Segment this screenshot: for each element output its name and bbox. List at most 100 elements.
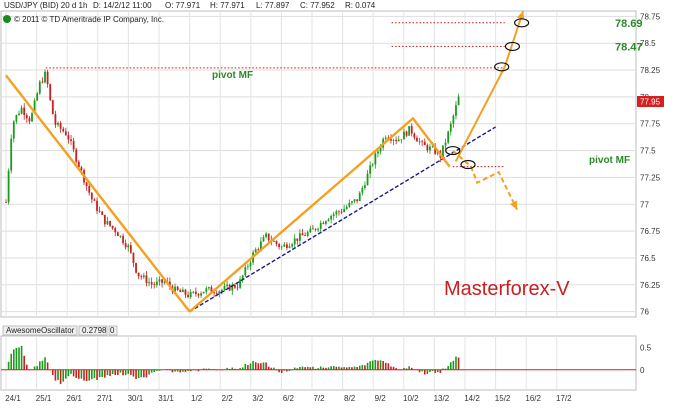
oscillator-bar — [252, 360, 254, 370]
candle-body — [296, 238, 299, 241]
candle-body — [254, 249, 257, 253]
oscillator-bar — [226, 367, 228, 370]
candle-body — [88, 186, 91, 193]
candle-body — [197, 293, 200, 296]
oscillator-bar — [273, 367, 275, 370]
candle-body — [444, 142, 447, 146]
oscillator-bar — [384, 362, 387, 370]
candle-body — [304, 235, 307, 237]
candle-body — [317, 228, 320, 230]
candle-body — [80, 167, 83, 171]
candle-body — [286, 244, 288, 248]
osc-y-tick-label: 0.5 — [640, 343, 652, 352]
candle-body — [455, 105, 457, 116]
candle-body — [106, 220, 109, 225]
oscillator-bar — [148, 369, 150, 375]
candle-body — [369, 165, 372, 174]
y-tick-label: 77 — [640, 200, 649, 209]
oscillator-bar — [109, 369, 111, 377]
oscillator-bar — [353, 366, 356, 370]
oscillator-bar — [267, 366, 270, 370]
oscillator-bar — [135, 369, 137, 380]
oscillator-bar — [7, 361, 10, 370]
candle-body — [267, 233, 270, 241]
candle-body — [218, 291, 221, 294]
candle-body — [364, 185, 366, 189]
oscillator-bar — [57, 369, 59, 380]
oscillator-bar — [44, 357, 46, 370]
candle-body — [119, 235, 122, 237]
oscillator-bar — [312, 366, 314, 370]
oscillator-bar — [436, 369, 439, 373]
candle-body — [124, 243, 127, 248]
candle-body — [457, 96, 460, 106]
oscillator-bar — [403, 367, 405, 370]
x-tick-label: 27/1 — [97, 394, 113, 403]
oscillator-bar — [317, 368, 319, 370]
oscillator-bar — [288, 369, 291, 372]
oscillator-bar — [117, 369, 119, 376]
oscillator-bar — [416, 369, 418, 371]
candle-body — [400, 139, 403, 141]
candle-body — [155, 281, 158, 286]
candle-body — [57, 123, 59, 125]
candle-body — [239, 279, 241, 288]
main-plot-frame — [0, 10, 637, 318]
oscillator-bar — [444, 368, 447, 370]
candle-body — [418, 141, 421, 143]
oscillator-bar — [390, 366, 392, 370]
candle-body — [291, 244, 294, 247]
oscillator-bar — [119, 369, 122, 373]
oscillator-bar — [156, 369, 158, 371]
candle-body — [70, 139, 72, 142]
candle-body — [67, 135, 70, 140]
y-tick-label: 76 — [640, 308, 649, 317]
oscillator-bar — [434, 369, 436, 373]
oscillator-bar — [179, 369, 182, 373]
candle-body — [44, 71, 46, 83]
oscillator-bar — [387, 363, 390, 370]
candle-body — [202, 291, 205, 294]
candle-body — [249, 262, 252, 267]
oscillator-bar — [166, 369, 169, 370]
oscillator-bar — [418, 369, 421, 373]
oscillator-bar — [96, 369, 98, 380]
candle-body — [7, 170, 10, 203]
oscillator-bar — [327, 367, 330, 370]
oscillator-bar — [20, 345, 23, 370]
oscillator-bar — [429, 369, 431, 372]
candle-body — [200, 293, 202, 296]
x-tick-label: 17/2 — [556, 394, 572, 403]
candle-body — [189, 292, 192, 297]
oscillator-bar — [104, 369, 106, 378]
oscillator-bar — [75, 369, 78, 379]
candle-body — [361, 188, 364, 193]
oscillator-bar — [163, 369, 166, 371]
candle-body — [384, 137, 387, 139]
oscillator-bar — [325, 367, 327, 370]
candle-body — [335, 211, 338, 215]
oscillator-bar — [171, 369, 174, 373]
candle-body — [236, 287, 239, 289]
oscillator-bar — [369, 361, 371, 370]
oscillator-bar — [137, 369, 140, 379]
candle-body — [322, 222, 325, 224]
oscillator-bar — [23, 355, 26, 370]
candle-body — [371, 164, 374, 166]
oscillator-bar — [18, 347, 20, 370]
oscillator-bar — [174, 369, 176, 372]
oscillator-bar — [442, 368, 444, 370]
x-tick-label: 9/2 — [375, 394, 387, 403]
candle-body — [330, 215, 333, 220]
oscillator-bar — [130, 369, 132, 375]
candle-body — [449, 123, 452, 132]
x-tick-label: 24/1 — [5, 394, 21, 403]
oscillator-bar — [176, 369, 179, 372]
oscillator-bar — [46, 362, 49, 370]
candle-body — [332, 214, 335, 216]
oscillator-bar — [280, 369, 283, 374]
x-tick-label: 13/2 — [434, 394, 450, 403]
candle-body — [10, 138, 13, 171]
candle-body — [31, 113, 33, 122]
candle-body — [447, 131, 450, 143]
